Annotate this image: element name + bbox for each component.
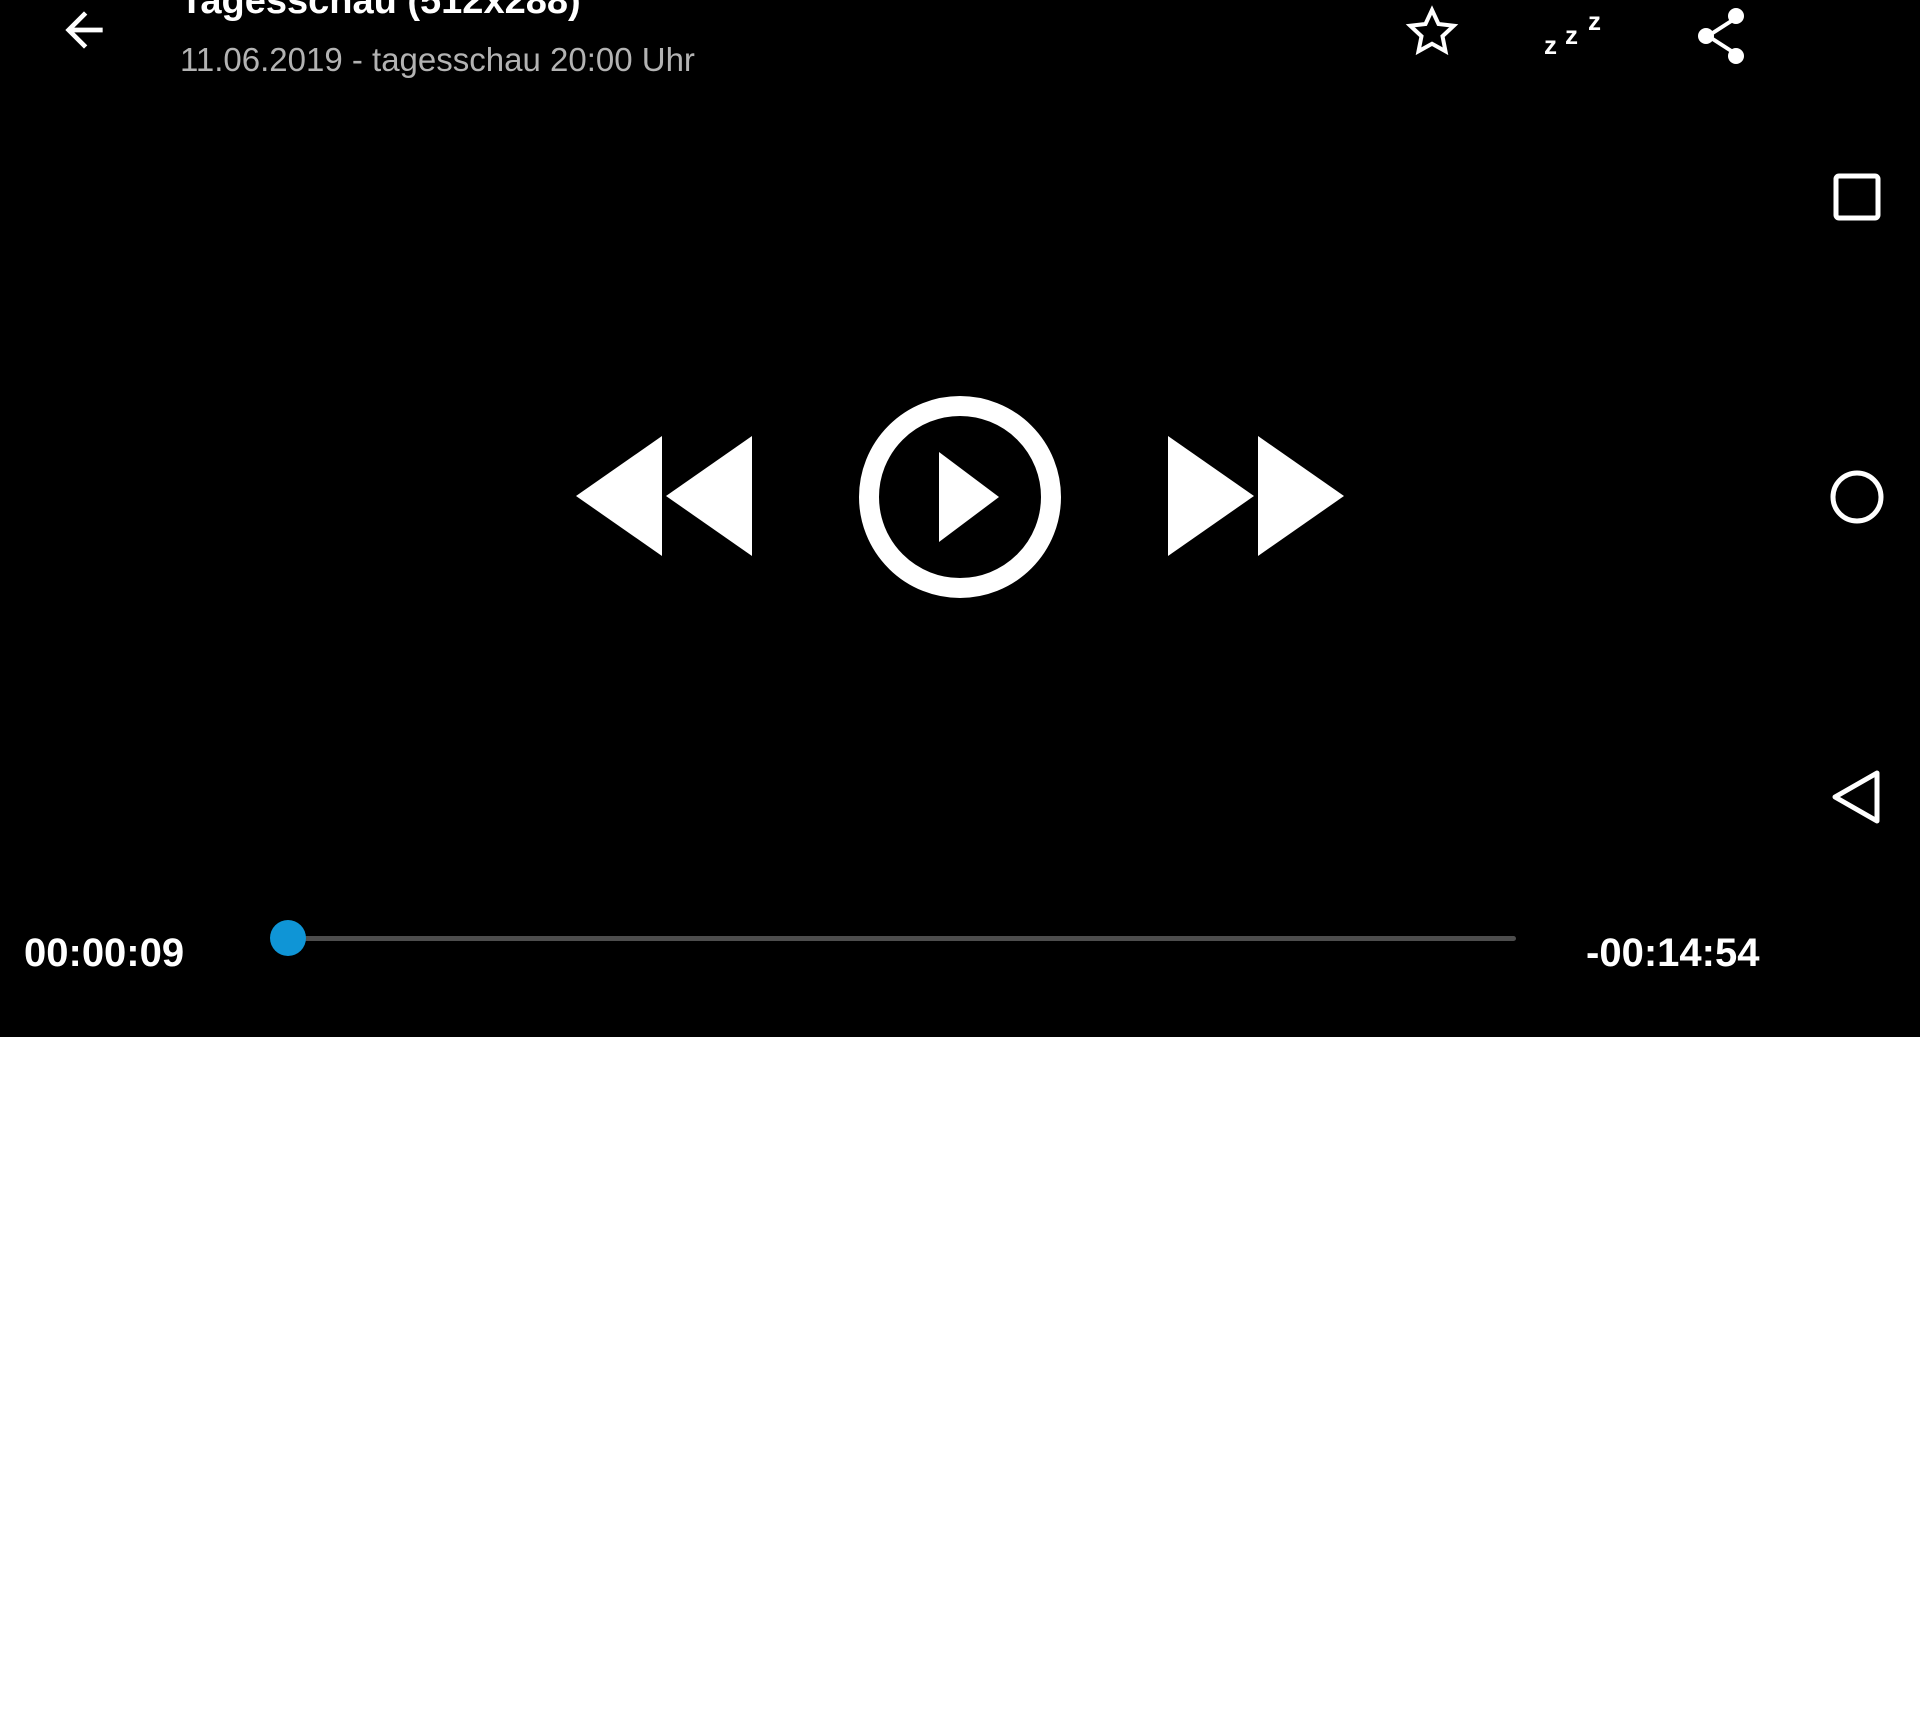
sleep-timer-button[interactable]: z z z [1538,0,1618,72]
svg-text:z: z [1588,6,1601,36]
seek-track [276,936,1516,941]
back-button[interactable] [44,0,124,70]
system-back-button[interactable] [1822,762,1892,832]
seek-thumb[interactable] [270,920,307,956]
recents-square-icon [1833,173,1881,221]
remaining-time: -00:14:54 [1586,931,1760,975]
favorite-button[interactable] [1392,0,1472,72]
home-circle-icon [1830,470,1884,524]
fast-forward-icon [1168,436,1344,556]
share-icon [1698,8,1744,64]
svg-text:z: z [1544,30,1557,60]
play-icon [859,396,1061,598]
back-arrow-icon [65,11,103,49]
play-button[interactable] [855,392,1065,602]
rewind-button[interactable] [566,426,766,566]
back-triangle-icon [1832,770,1880,824]
svg-text:z: z [1565,20,1578,50]
video-subtitle: 11.06.2019 - tagesschau 20:00 Uhr [180,41,695,78]
home-button[interactable] [1822,462,1892,532]
share-button[interactable] [1682,0,1762,72]
star-outline-icon [1405,5,1459,56]
elapsed-time: 00:00:09 [24,931,185,975]
fast-forward-button[interactable] [1158,426,1358,566]
seek-bar[interactable] [258,918,1516,958]
rewind-icon [576,436,752,556]
recents-button[interactable] [1822,164,1892,230]
video-title: Tagesschau (512x288) [180,0,581,22]
sleep-timer-icon: z z z [1544,6,1601,60]
video-player[interactable]: Tagesschau (512x288) 11.06.2019 - tagess… [0,0,1920,1037]
empty-area [0,1037,1920,1733]
